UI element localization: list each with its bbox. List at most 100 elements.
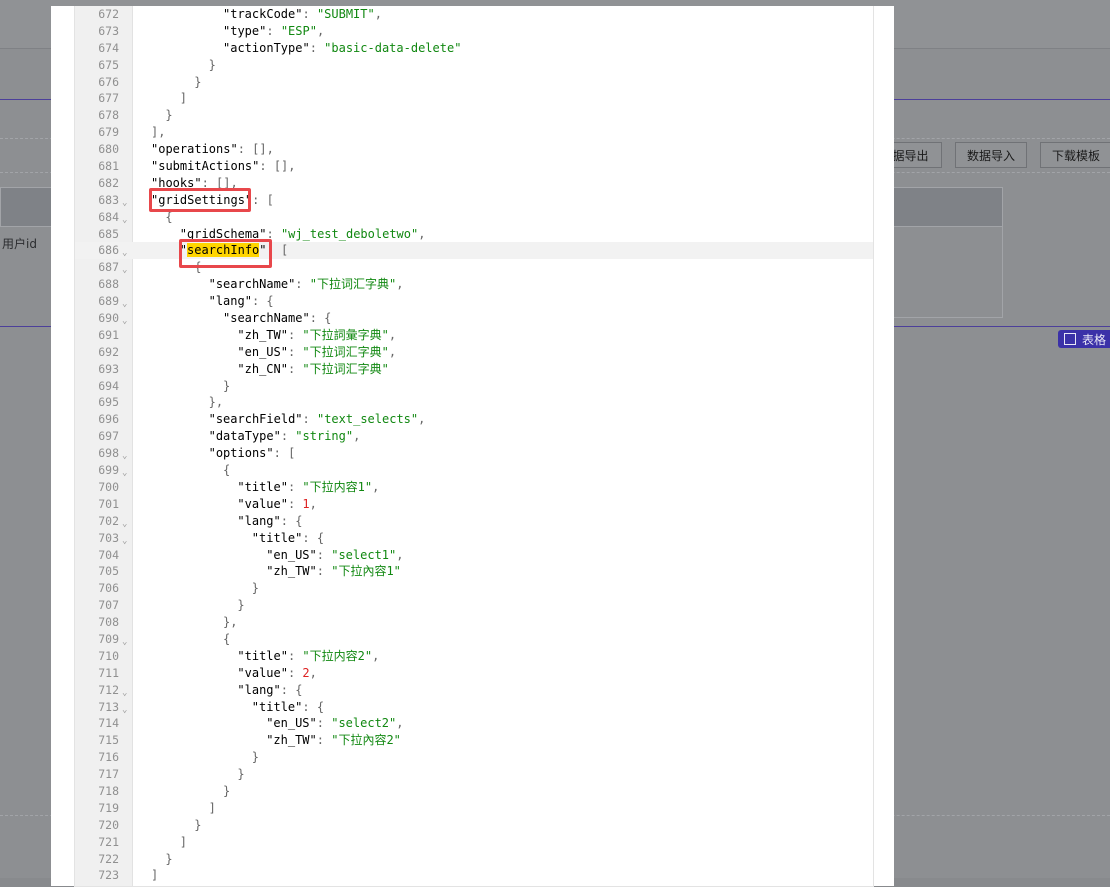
code-token: : { xyxy=(302,530,325,545)
code-token: : xyxy=(287,496,303,511)
line-number: 679 xyxy=(98,125,119,140)
code-token: ] xyxy=(179,91,188,106)
line-number: 710 xyxy=(98,648,119,663)
code-editor[interactable]: 672 "trackCode": "SUBMIT", 673 "type": "ESP… xyxy=(74,6,874,887)
code-text: "zh_TW": "下拉內容2" xyxy=(266,732,401,749)
line-number: 700 xyxy=(98,479,119,494)
line-number: 703 xyxy=(98,530,119,545)
code-line[interactable]: 709 ⌄{ xyxy=(75,631,873,648)
code-line[interactable]: 696 "searchField": "text_selects", xyxy=(75,411,873,428)
code-line[interactable]: 700 "title": "下拉内容1", xyxy=(75,479,873,496)
code-line[interactable]: 708}, xyxy=(75,614,873,631)
code-line[interactable]: 723] xyxy=(75,867,873,884)
code-text: } xyxy=(237,597,244,614)
code-token: } xyxy=(251,581,260,596)
code-line[interactable]: 702 ⌄ "lang": { xyxy=(75,513,873,530)
line-number: 677 xyxy=(98,91,119,106)
code-line[interactable]: 677] xyxy=(75,90,873,107)
code-line[interactable]: 690 ⌄ "searchName": { xyxy=(75,310,873,327)
code-token: "searchName" xyxy=(223,311,310,326)
code-line[interactable]: 716} xyxy=(75,749,873,766)
code-token: ] xyxy=(151,868,159,883)
code-token: : xyxy=(295,277,310,292)
annotation-box-gridsettings xyxy=(149,188,251,212)
code-line[interactable]: 672 "trackCode": "SUBMIT", xyxy=(75,6,873,23)
table-toggle[interactable]: 表格 xyxy=(1058,330,1110,348)
line-number: 680 xyxy=(98,142,119,157)
code-line[interactable]: 706} xyxy=(75,580,873,597)
download-template-button[interactable]: 下载模板 xyxy=(1040,142,1110,168)
code-token: ], xyxy=(151,125,166,140)
code-line[interactable]: 676} xyxy=(75,74,873,91)
code-token: "SUBMIT" xyxy=(316,7,375,21)
code-line[interactable]: 678} xyxy=(75,107,873,124)
code-token: ] xyxy=(208,800,216,815)
code-line[interactable]: 703 ⌄ "title": { xyxy=(75,530,873,547)
code-token: "title" xyxy=(237,648,288,663)
code-text: "zh_CN": "下拉词汇字典" xyxy=(237,361,388,378)
code-token: } xyxy=(237,598,245,613)
code-token: } xyxy=(223,783,231,798)
code-token: } xyxy=(194,74,202,89)
code-text: } xyxy=(252,749,259,766)
code-line[interactable]: 680 "operations": [], xyxy=(75,141,873,158)
code-line[interactable]: 699 ⌄{ xyxy=(75,462,873,479)
code-line[interactable]: 681 "submitActions": [], xyxy=(75,158,873,175)
import-data-button[interactable]: 数据导入 xyxy=(955,142,1027,168)
code-line[interactable]: 720} xyxy=(75,817,873,834)
line-number: 676 xyxy=(98,74,119,89)
code-line[interactable]: 701 "value": 1, xyxy=(75,496,873,513)
code-line[interactable]: 715 "zh_TW": "下拉內容2" xyxy=(75,732,873,749)
code-line[interactable]: 691 "zh_TW": "下拉詞彙字典", xyxy=(75,327,873,344)
annotation-box-searchinfo xyxy=(179,239,272,268)
code-token: "type" xyxy=(223,23,267,38)
code-token: "wj_test_deboletwo" xyxy=(280,226,419,241)
line-number: 687 xyxy=(98,260,119,275)
line-number: 686 xyxy=(98,243,119,258)
code-line[interactable]: 674 "actionType": "basic-data-delete" xyxy=(75,40,873,57)
line-number: 702 xyxy=(98,513,119,528)
code-line[interactable]: 692 "en_US": "下拉词汇字典", xyxy=(75,344,873,361)
code-line[interactable]: 697 "dataType": "string", xyxy=(75,428,873,445)
code-token: "下拉詞彙字典" xyxy=(302,327,389,342)
code-text: "title": { xyxy=(252,699,324,716)
code-line[interactable]: 707} xyxy=(75,597,873,614)
line-number: 690 xyxy=(98,311,119,326)
code-line[interactable]: 694} xyxy=(75,378,873,395)
code-token: "zh_CN" xyxy=(237,361,288,376)
code-text: "submitActions": [], xyxy=(151,158,296,175)
code-line[interactable]: 705 "zh_TW": "下拉內容1" xyxy=(75,563,873,580)
code-line[interactable]: 673 "type": "ESP", xyxy=(75,23,873,40)
code-line[interactable]: 722} xyxy=(75,851,873,868)
code-line[interactable]: 710 "title": "下拉内容2", xyxy=(75,648,873,665)
code-line[interactable]: 695}, xyxy=(75,394,873,411)
code-line[interactable]: 714 "en_US": "select2", xyxy=(75,715,873,732)
code-token: "下拉词汇字典" xyxy=(302,344,389,359)
code-token: "trackCode" xyxy=(223,7,303,21)
code-token: : [ xyxy=(252,192,274,207)
code-line[interactable]: 679], xyxy=(75,124,873,141)
code-line[interactable]: 712 ⌄ "lang": { xyxy=(75,682,873,699)
code-line[interactable]: 689 ⌄ "lang": { xyxy=(75,293,873,310)
line-number: 691 xyxy=(98,327,119,342)
code-line[interactable]: 717} xyxy=(75,766,873,783)
code-text: } xyxy=(252,580,259,597)
line-number: 713 xyxy=(98,699,119,714)
code-line[interactable]: 675} xyxy=(75,57,873,74)
code-line[interactable]: 719] xyxy=(75,800,873,817)
line-number: 715 xyxy=(98,733,119,748)
code-text: } xyxy=(209,57,216,74)
code-line[interactable]: 721] xyxy=(75,834,873,851)
code-token: "下拉内容2" xyxy=(302,648,373,663)
code-text: "operations": [], xyxy=(151,141,274,158)
code-line[interactable]: 718} xyxy=(75,783,873,800)
code-line[interactable]: 698 ⌄ "options": [ xyxy=(75,445,873,462)
code-line[interactable]: 704 "en_US": "select1", xyxy=(75,547,873,564)
code-line[interactable]: 711 "value": 2, xyxy=(75,665,873,682)
code-line[interactable]: 688 "searchName": "下拉词汇字典", xyxy=(75,276,873,293)
line-number: 689 xyxy=(98,294,119,309)
code-line[interactable]: 693 "zh_CN": "下拉词汇字典" xyxy=(75,361,873,378)
code-line[interactable]: 713 ⌄ "title": { xyxy=(75,699,873,716)
code-token: "zh_TW" xyxy=(266,733,317,748)
table-toggle-label: 表格 xyxy=(1082,332,1107,347)
